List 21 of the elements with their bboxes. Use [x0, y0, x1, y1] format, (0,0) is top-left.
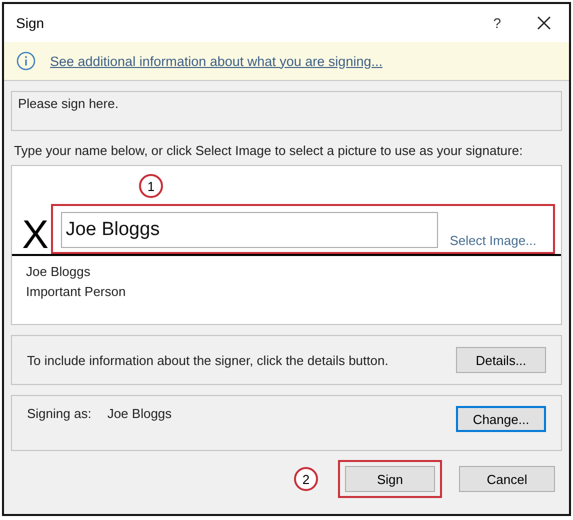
close-button[interactable]	[537, 16, 551, 30]
change-button[interactable]: Change...	[456, 406, 546, 432]
signer-name: Joe Bloggs	[107, 406, 172, 421]
window-title: Sign	[16, 15, 46, 31]
signature-input[interactable]: Joe Bloggs	[60, 212, 438, 248]
signing-as-label: Signing as:	[27, 406, 92, 421]
info-icon	[16, 51, 36, 71]
instruction-text: Type your name below, or click Select Image to select a picture to use as your signature:	[14, 143, 524, 159]
instructions-box: Please sign here.	[11, 91, 562, 131]
details-text: To include information about the signer, click the details button.	[27, 352, 388, 368]
callout-number: 1	[139, 174, 163, 198]
callout-number: 2	[294, 467, 318, 491]
signature-marker: X	[22, 216, 49, 254]
details-button[interactable]: Details...	[456, 347, 546, 373]
signer-name: Joe Bloggs	[26, 263, 90, 281]
select-image-link[interactable]: Select Image...	[450, 233, 536, 248]
sign-button[interactable]: Sign	[345, 466, 435, 492]
close-icon	[537, 16, 551, 30]
signer-title: Important Person	[26, 283, 126, 301]
cancel-button[interactable]: Cancel	[459, 466, 555, 492]
help-button[interactable]: ?	[493, 15, 501, 31]
